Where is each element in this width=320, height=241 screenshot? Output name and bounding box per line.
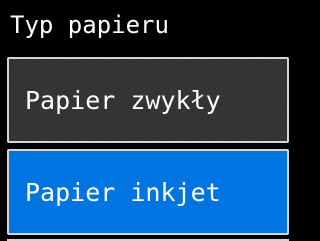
option-plain-paper-button[interactable]: Papier zwykły — [7, 57, 289, 143]
option-inkjet-paper-label: Papier inkjet — [25, 178, 221, 207]
lcd-screen: Typ papieru Papier zwykły Papier inkjet — [0, 0, 296, 241]
page-title: Typ papieru — [10, 11, 169, 39]
option-plain-paper-label: Papier zwykły — [25, 86, 221, 115]
title-bar: Typ papieru — [0, 0, 296, 50]
option-inkjet-paper-button[interactable]: Papier inkjet — [7, 149, 289, 235]
